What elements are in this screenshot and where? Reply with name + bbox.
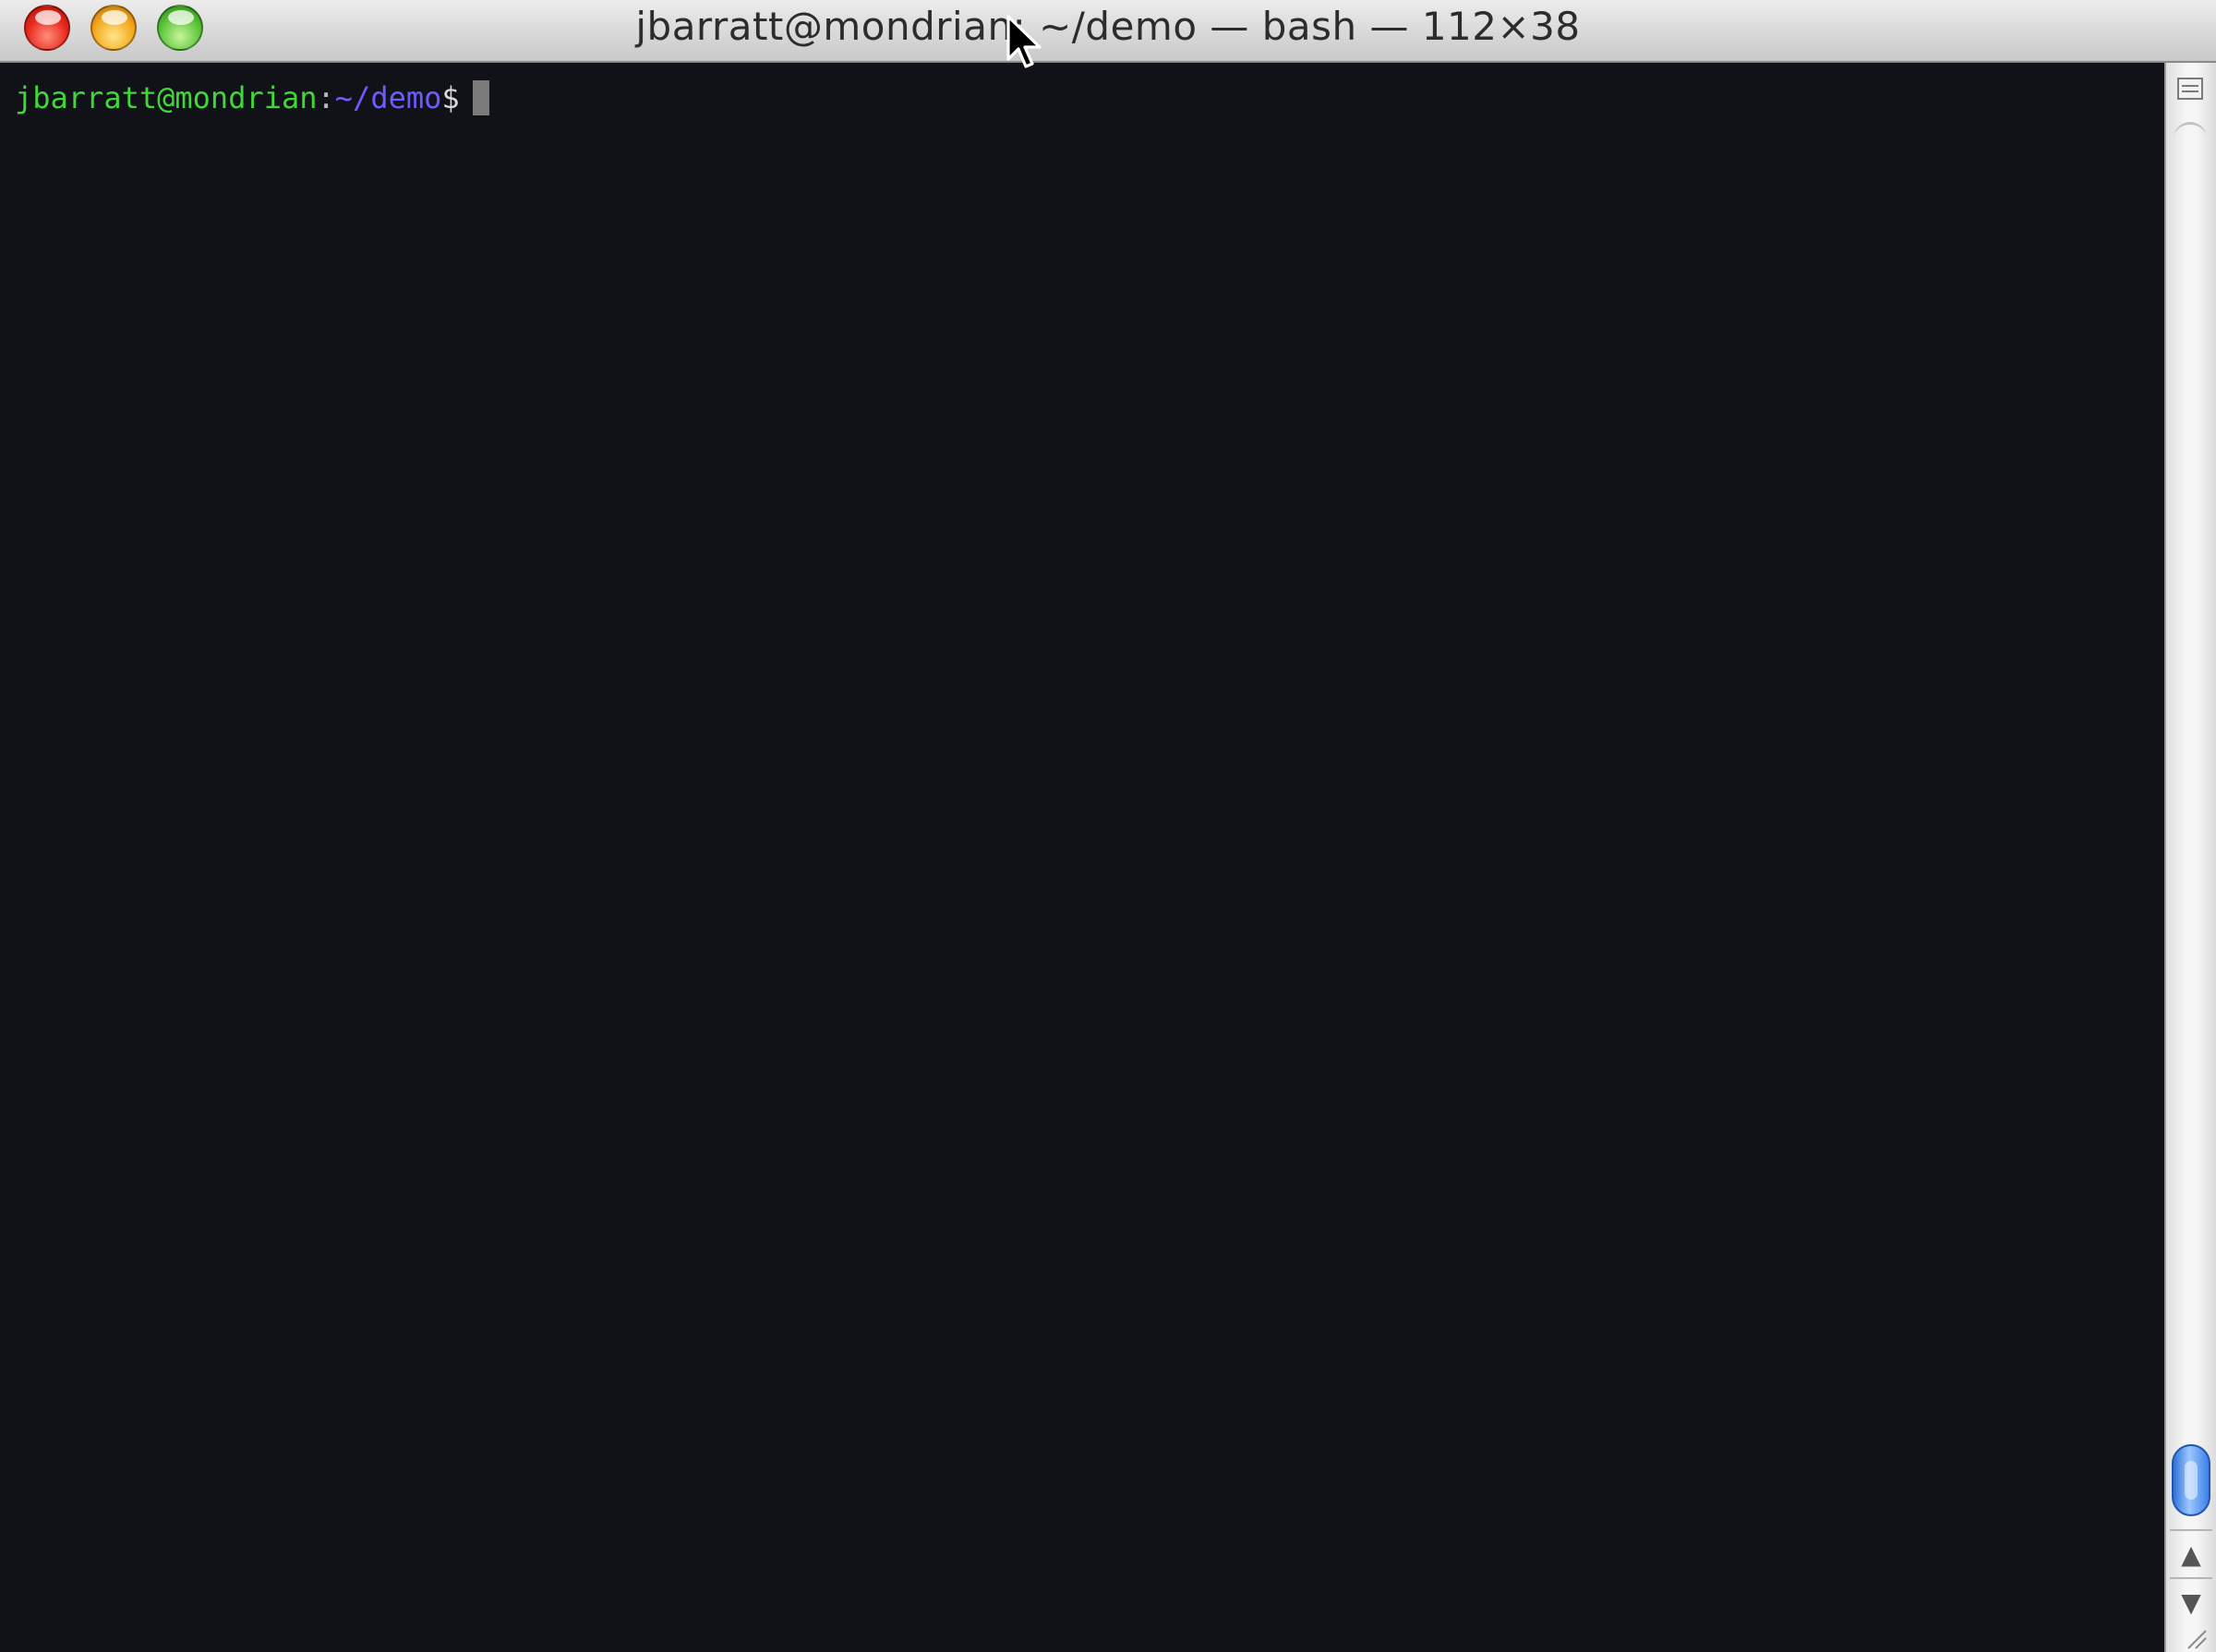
shell-prompt: jbarratt@mondrian:~/demo$ — [15, 79, 489, 116]
scroll-thumb[interactable] — [2172, 1444, 2210, 1516]
vertical-scrollbar[interactable]: ▲ ▼ — [2164, 63, 2216, 1652]
text-cursor — [472, 80, 489, 115]
terminal-window: jbarratt@mondrian: ~/demo — bash — 112×3… — [0, 0, 2216, 1652]
title-bar[interactable]: jbarratt@mondrian: ~/demo — bash — 112×3… — [0, 0, 2216, 63]
split-pane-icon[interactable] — [2177, 78, 2203, 100]
scroll-down-button[interactable]: ▼ — [2170, 1577, 2212, 1625]
prompt-separator: : — [317, 80, 335, 115]
scroll-up-button[interactable]: ▲ — [2170, 1529, 2212, 1577]
resize-grip-icon[interactable] — [2179, 1629, 2207, 1649]
scroll-track-top — [2174, 122, 2207, 155]
prompt-symbol: $ — [441, 80, 460, 115]
window-title: jbarratt@mondrian: ~/demo — bash — 112×3… — [635, 4, 1581, 49]
prompt-cwd: ~/demo — [334, 80, 442, 115]
prompt-user-host: jbarratt@mondrian — [15, 80, 318, 115]
terminal-output[interactable]: jbarratt@mondrian:~/demo$ — [0, 63, 2164, 1652]
